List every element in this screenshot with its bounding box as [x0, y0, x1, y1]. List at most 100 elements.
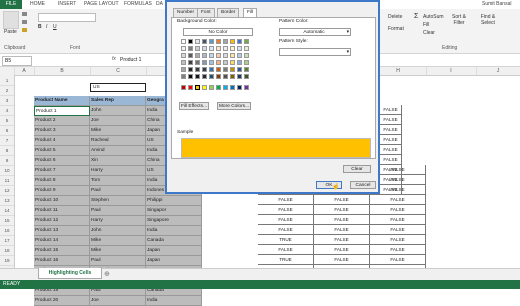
color-swatch[interactable]: [244, 74, 249, 79]
row-header-19[interactable]: 19: [0, 256, 14, 266]
color-swatch[interactable]: [202, 60, 207, 65]
standard-color-swatch[interactable]: [244, 85, 249, 90]
table-cell[interactable]: Product 13: [34, 226, 90, 236]
cut-icon[interactable]: [22, 12, 27, 16]
bool-cell[interactable]: FALSE: [380, 135, 402, 145]
table-cell[interactable]: India: [146, 226, 202, 236]
pattern-color-select[interactable]: Automatic ▾: [279, 28, 351, 36]
color-swatch[interactable]: [209, 53, 214, 58]
color-swatch[interactable]: [188, 53, 193, 58]
column-header-a[interactable]: A: [14, 67, 35, 75]
color-swatch[interactable]: [195, 53, 200, 58]
color-swatch[interactable]: [230, 46, 235, 51]
table-cell[interactable]: Product 3: [34, 126, 90, 136]
row-header-17[interactable]: 17: [0, 236, 14, 246]
column-header-i[interactable]: I: [426, 67, 477, 75]
table-cell[interactable]: Product 1: [34, 106, 90, 116]
table-cell[interactable]: Product 8: [34, 176, 90, 186]
bool-cell[interactable]: TRUE: [258, 255, 314, 265]
row-header-2[interactable]: 2: [0, 86, 14, 96]
sort-filter-button[interactable]: Sort & Filter: [448, 14, 470, 26]
row-header-14[interactable]: 14: [0, 206, 14, 216]
tab-page-layout[interactable]: PAGE LAYOUT: [84, 1, 119, 7]
bool-cell[interactable]: FALSE: [380, 145, 402, 155]
table-cell[interactable]: Product 7: [34, 166, 90, 176]
color-swatch[interactable]: [244, 53, 249, 58]
table-cell[interactable]: Product 20: [34, 296, 90, 306]
delete-button[interactable]: Delete: [388, 14, 402, 20]
color-swatch[interactable]: [223, 53, 228, 58]
table-cell[interactable]: Japan: [146, 256, 202, 266]
table-cell[interactable]: India: [146, 296, 202, 306]
color-swatch[interactable]: [188, 39, 193, 44]
table-cell[interactable]: Tom: [90, 176, 146, 186]
bool-cell[interactable]: FALSE: [314, 225, 370, 235]
color-swatch[interactable]: [202, 67, 207, 72]
bool-cell[interactable]: FALSE: [370, 225, 426, 235]
color-swatch[interactable]: [237, 74, 242, 79]
italic-icon[interactable]: I: [46, 24, 47, 30]
column-header-c[interactable]: C: [90, 67, 147, 75]
color-swatch[interactable]: [181, 46, 186, 51]
color-swatch[interactable]: [237, 46, 242, 51]
color-swatch[interactable]: [216, 53, 221, 58]
row-header-13[interactable]: 13: [0, 196, 14, 206]
table-cell[interactable]: Product 16: [34, 256, 90, 266]
clear-button[interactable]: Clear: [423, 30, 435, 36]
color-swatch[interactable]: [188, 60, 193, 65]
formula-input[interactable]: Product 1: [120, 56, 141, 64]
row-header-18[interactable]: 18: [0, 246, 14, 256]
table-cell[interactable]: Mike: [90, 246, 146, 256]
table-cell[interactable]: Product 5: [34, 146, 90, 156]
bool-cell[interactable]: FALSE: [380, 105, 402, 115]
tab-home[interactable]: HOME: [30, 1, 45, 7]
table-cell[interactable]: Arvind: [90, 146, 146, 156]
row-header-5[interactable]: 5: [0, 116, 14, 126]
color-swatch[interactable]: [223, 67, 228, 72]
color-swatch[interactable]: [181, 53, 186, 58]
color-swatch[interactable]: [230, 67, 235, 72]
bool-cell[interactable]: FALSE: [314, 255, 370, 265]
underline-icon[interactable]: U: [53, 24, 57, 30]
bool-cell[interactable]: FALSE: [370, 235, 426, 245]
row-header-16[interactable]: 16: [0, 226, 14, 236]
bool-cell[interactable]: FALSE: [314, 205, 370, 215]
name-box[interactable]: B5: [2, 56, 32, 66]
user-name[interactable]: Sumit Bansal: [482, 1, 511, 7]
color-swatch[interactable]: [209, 39, 214, 44]
color-swatch[interactable]: [223, 46, 228, 51]
table-cell[interactable]: Harry: [90, 166, 146, 176]
color-swatch[interactable]: [230, 39, 235, 44]
color-swatch[interactable]: [195, 39, 200, 44]
color-swatch[interactable]: [230, 60, 235, 65]
color-swatch[interactable]: [195, 60, 200, 65]
color-swatch[interactable]: [216, 67, 221, 72]
standard-color-swatch[interactable]: [181, 85, 186, 90]
tab-data[interactable]: DA: [156, 1, 163, 7]
search-cell[interactable]: US: [90, 83, 146, 92]
color-swatch[interactable]: [188, 74, 193, 79]
table-cell[interactable]: Paul: [90, 206, 146, 216]
cancel-button[interactable]: Cancel: [350, 181, 376, 189]
standard-color-swatch[interactable]: [202, 85, 207, 90]
bool-cell[interactable]: FALSE: [380, 185, 402, 195]
color-swatch[interactable]: [216, 60, 221, 65]
bool-cell[interactable]: FALSE: [258, 205, 314, 215]
bool-cell[interactable]: FALSE: [258, 245, 314, 255]
table-cell[interactable]: Product 2: [34, 116, 90, 126]
table-cell[interactable]: Product 11: [34, 206, 90, 216]
table-header-cell[interactable]: Product Name: [34, 96, 90, 106]
color-swatch[interactable]: [209, 74, 214, 79]
bool-cell[interactable]: FALSE: [380, 165, 402, 175]
column-header-j[interactable]: J: [476, 67, 520, 75]
bool-cell[interactable]: FALSE: [370, 255, 426, 265]
tab-fill[interactable]: Fill: [243, 8, 258, 17]
color-swatch[interactable]: [244, 39, 249, 44]
color-swatch[interactable]: [244, 60, 249, 65]
color-swatch[interactable]: [202, 39, 207, 44]
color-swatch[interactable]: [188, 46, 193, 51]
font-name-select[interactable]: [38, 13, 96, 22]
table-cell[interactable]: Product 4: [34, 136, 90, 146]
bool-cell[interactable]: FALSE: [380, 125, 402, 135]
row-header-3[interactable]: 3: [0, 96, 14, 106]
